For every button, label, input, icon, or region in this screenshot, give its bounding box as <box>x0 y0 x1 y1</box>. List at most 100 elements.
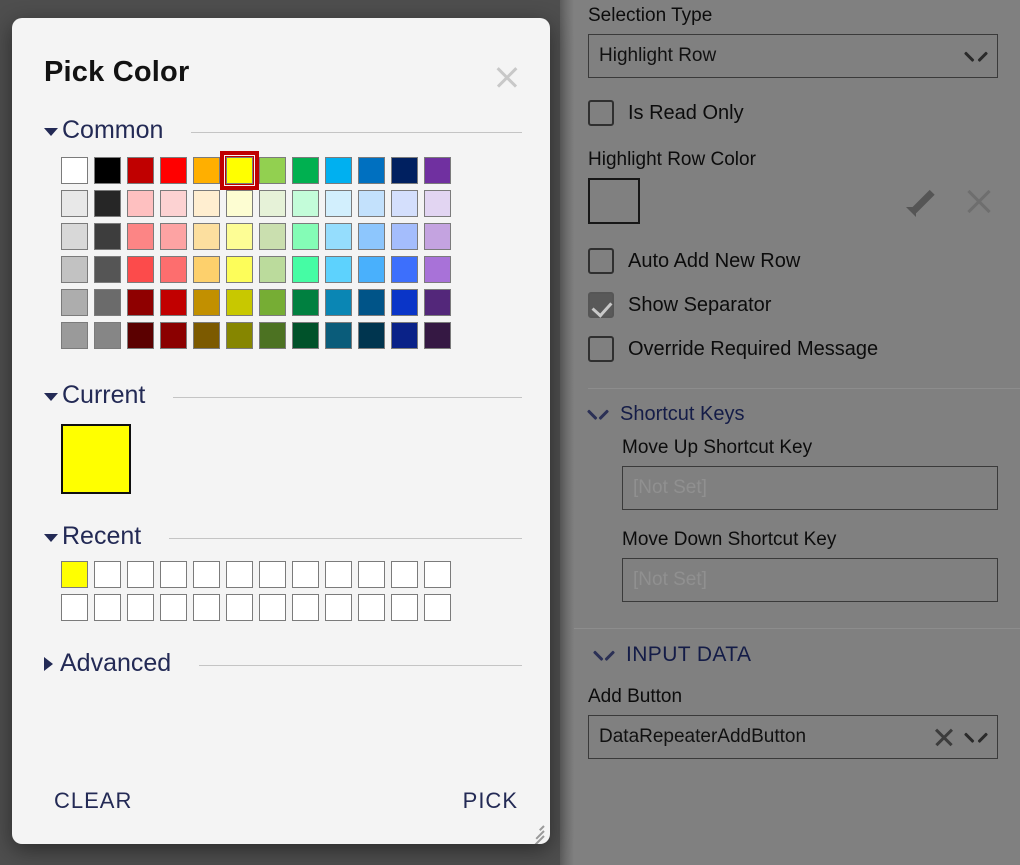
color-swatch[interactable] <box>358 190 385 217</box>
color-swatch[interactable] <box>226 289 253 316</box>
color-swatch[interactable] <box>94 256 121 283</box>
color-swatch[interactable] <box>325 322 352 349</box>
color-swatch[interactable] <box>160 223 187 250</box>
recent-color-swatch[interactable] <box>259 594 286 621</box>
recent-color-swatch[interactable] <box>358 561 385 588</box>
color-swatch[interactable] <box>325 190 352 217</box>
color-swatch[interactable] <box>127 289 154 316</box>
color-swatch[interactable] <box>391 289 418 316</box>
recent-color-swatch[interactable] <box>160 594 187 621</box>
color-swatch[interactable] <box>424 223 451 250</box>
move-down-shortcut-input[interactable]: [Not Set] <box>622 558 998 602</box>
color-swatch[interactable] <box>193 190 220 217</box>
resize-grip[interactable] <box>524 818 546 844</box>
advanced-section-header[interactable]: Advanced <box>12 649 550 678</box>
recent-color-swatch[interactable] <box>325 561 352 588</box>
color-swatch[interactable] <box>160 190 187 217</box>
color-swatch[interactable] <box>193 322 220 349</box>
recent-color-swatch[interactable] <box>226 561 253 588</box>
color-swatch[interactable] <box>94 322 121 349</box>
recent-color-swatch[interactable] <box>94 594 121 621</box>
shortcut-keys-header[interactable]: Shortcut Keys <box>588 389 998 436</box>
recent-section-header[interactable]: Recent <box>12 522 550 551</box>
color-swatch[interactable] <box>220 151 259 190</box>
color-swatch[interactable] <box>358 223 385 250</box>
color-swatch[interactable] <box>424 322 451 349</box>
color-swatch[interactable] <box>292 289 319 316</box>
selection-type-select[interactable]: Highlight Row <box>588 34 998 78</box>
color-swatch[interactable] <box>127 223 154 250</box>
recent-color-swatch[interactable] <box>61 561 88 588</box>
color-swatch[interactable] <box>292 157 319 184</box>
color-swatch[interactable] <box>424 190 451 217</box>
color-swatch[interactable] <box>358 157 385 184</box>
color-swatch[interactable] <box>193 223 220 250</box>
pencil-icon[interactable] <box>906 186 936 217</box>
color-swatch[interactable] <box>391 190 418 217</box>
color-swatch[interactable] <box>160 256 187 283</box>
color-swatch[interactable] <box>61 256 88 283</box>
color-swatch[interactable] <box>358 289 385 316</box>
input-data-header[interactable]: INPUT DATA <box>588 629 998 677</box>
auto-add-new-row-checkbox[interactable] <box>588 248 614 274</box>
color-swatch[interactable] <box>259 190 286 217</box>
recent-color-swatch[interactable] <box>193 561 220 588</box>
color-swatch[interactable] <box>94 289 121 316</box>
is-read-only-row[interactable]: Is Read Only <box>588 100 998 126</box>
color-swatch[interactable] <box>292 322 319 349</box>
color-swatch[interactable] <box>61 190 88 217</box>
recent-color-swatch[interactable] <box>325 594 352 621</box>
color-swatch[interactable] <box>226 190 253 217</box>
color-swatch[interactable] <box>325 256 352 283</box>
color-swatch[interactable] <box>259 256 286 283</box>
move-up-shortcut-input[interactable]: [Not Set] <box>622 466 998 510</box>
color-swatch[interactable] <box>127 256 154 283</box>
color-swatch[interactable] <box>358 256 385 283</box>
current-section-header[interactable]: Current <box>12 381 550 410</box>
color-swatch[interactable] <box>226 256 253 283</box>
show-separator-row[interactable]: Show Separator <box>588 292 998 318</box>
close-icon[interactable] <box>933 726 955 748</box>
color-swatch[interactable] <box>259 157 286 184</box>
color-swatch[interactable] <box>325 223 352 250</box>
clear-button[interactable]: CLEAR <box>52 784 134 818</box>
color-swatch[interactable] <box>325 289 352 316</box>
override-required-message-row[interactable]: Override Required Message <box>588 336 998 362</box>
recent-color-swatch[interactable] <box>127 561 154 588</box>
color-swatch[interactable] <box>61 223 88 250</box>
is-read-only-checkbox[interactable] <box>588 100 614 126</box>
recent-color-swatch[interactable] <box>292 594 319 621</box>
override-required-message-checkbox[interactable] <box>588 336 614 362</box>
color-swatch[interactable] <box>193 157 220 184</box>
show-separator-checkbox[interactable] <box>588 292 614 318</box>
recent-color-swatch[interactable] <box>292 561 319 588</box>
color-swatch[interactable] <box>424 256 451 283</box>
color-swatch[interactable] <box>160 289 187 316</box>
color-swatch[interactable] <box>391 223 418 250</box>
color-swatch[interactable] <box>160 157 187 184</box>
recent-color-swatch[interactable] <box>160 561 187 588</box>
recent-color-swatch[interactable] <box>424 561 451 588</box>
color-swatch[interactable] <box>292 223 319 250</box>
recent-color-swatch[interactable] <box>424 594 451 621</box>
recent-color-swatch[interactable] <box>259 561 286 588</box>
color-swatch[interactable] <box>325 157 352 184</box>
color-swatch[interactable] <box>358 322 385 349</box>
color-swatch[interactable] <box>391 256 418 283</box>
color-swatch[interactable] <box>424 289 451 316</box>
close-icon[interactable] <box>964 186 994 216</box>
color-swatch[interactable] <box>193 256 220 283</box>
recent-color-swatch[interactable] <box>61 594 88 621</box>
color-swatch[interactable] <box>424 157 451 184</box>
color-swatch[interactable] <box>61 289 88 316</box>
common-color-palette[interactable] <box>12 145 451 355</box>
recent-color-swatch[interactable] <box>94 561 121 588</box>
close-icon[interactable] <box>492 62 522 92</box>
color-swatch[interactable] <box>94 190 121 217</box>
common-section-header[interactable]: Common <box>12 116 550 145</box>
color-swatch[interactable] <box>127 157 154 184</box>
recent-color-swatch[interactable] <box>226 594 253 621</box>
color-swatch[interactable] <box>226 223 253 250</box>
color-swatch[interactable] <box>61 157 88 184</box>
highlight-row-color-swatch[interactable] <box>588 178 640 224</box>
